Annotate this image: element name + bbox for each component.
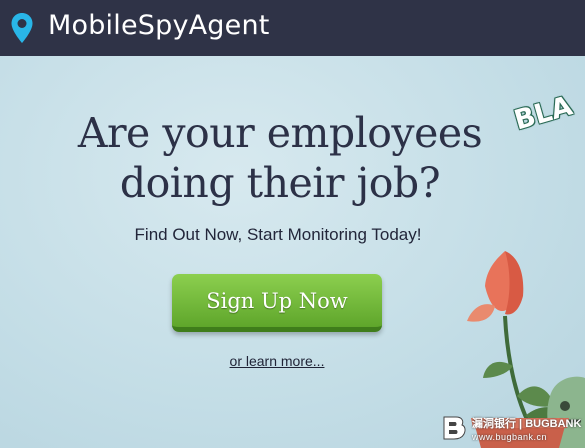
watermark: 漏洞银行 | BUGBANK www.bugbank.cn: [440, 410, 585, 448]
sign-up-button[interactable]: Sign Up Now: [172, 274, 382, 332]
flower-pot-illustration: [467, 251, 585, 448]
hero-section: Are your employees doing their job? Find…: [0, 56, 585, 448]
top-navigation-bar: MobileSpyAgent: [0, 0, 585, 56]
watermark-url: www.bugbank.cn: [472, 432, 548, 442]
bugbank-logo-icon: [443, 416, 466, 440]
brand-name[interactable]: MobileSpyAgent: [48, 10, 270, 41]
location-pin-icon: [11, 13, 33, 43]
watermark-label: 漏洞银行 | BUGBANK: [472, 418, 582, 430]
